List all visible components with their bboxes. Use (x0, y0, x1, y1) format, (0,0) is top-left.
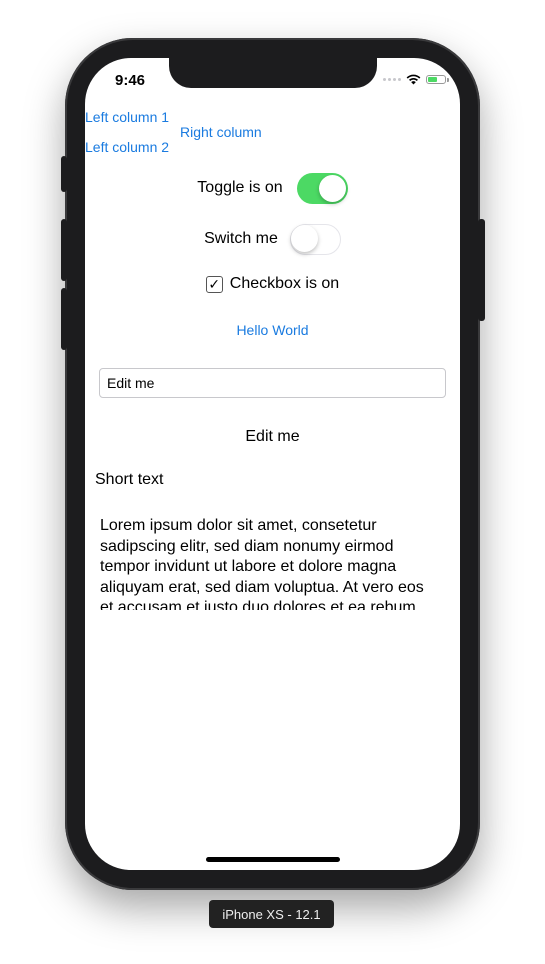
volume-down-button (61, 288, 67, 350)
lorem-text-view[interactable]: Lorem ipsum dolor sit amet, consetetur s… (100, 516, 430, 610)
checkbox-row[interactable]: ✓ Checkbox is on (85, 274, 460, 294)
device-screen: 9:46 Left column 1 Left column 2 Right c… (85, 58, 460, 870)
battery-icon (426, 75, 449, 84)
switch-knob (290, 225, 318, 252)
switch-row: Switch me (85, 223, 460, 255)
mirror-label: Edit me (245, 428, 300, 445)
mirror-label-row: Edit me (85, 426, 460, 448)
status-icons (383, 74, 449, 85)
signal-dots-icon (383, 78, 401, 81)
hello-world-button[interactable]: Hello World (236, 322, 308, 338)
switch-label: Switch me (204, 230, 278, 247)
switch-toggle[interactable] (289, 223, 341, 255)
status-time: 9:46 (115, 72, 146, 89)
silent-switch (61, 156, 67, 192)
hello-world-row: Hello World (85, 320, 460, 340)
checkmark-icon: ✓ (208, 276, 221, 292)
toggle-switch[interactable] (296, 172, 348, 204)
power-button (478, 219, 485, 321)
text-field-value: Edit me (107, 375, 155, 391)
toggle-row: Toggle is on (85, 172, 460, 204)
short-text-label: Short text (95, 471, 164, 488)
right-column-button[interactable]: Right column (180, 124, 262, 140)
checkbox[interactable]: ✓ (205, 275, 223, 293)
notch (169, 58, 377, 88)
simulator-device-label: iPhone XS - 12.1 (209, 900, 334, 928)
toggle-label: Toggle is on (197, 179, 283, 196)
wifi-icon (406, 74, 421, 85)
left-column-1-button[interactable]: Left column 1 (85, 109, 169, 125)
edit-text-field[interactable]: Edit me (99, 368, 446, 398)
home-indicator[interactable] (206, 857, 340, 862)
volume-up-button (61, 219, 67, 281)
left-column-2-button[interactable]: Left column 2 (85, 139, 169, 155)
toggle-knob (318, 174, 346, 202)
checkbox-label: Checkbox is on (229, 275, 340, 292)
